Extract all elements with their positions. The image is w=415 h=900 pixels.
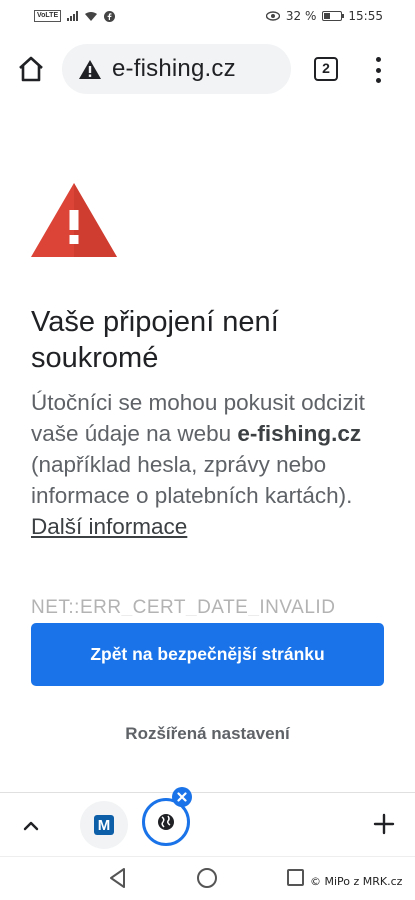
warning-triangle-shade [74,183,117,257]
bottom-toolbar: M [0,787,415,856]
plus-icon [373,813,395,835]
eye-comfort-icon [265,11,280,21]
address-bar[interactable]: e-fishing.cz [62,44,291,94]
recent-apps-icon[interactable] [287,869,304,886]
battery-fill [324,13,330,19]
close-icon [177,792,187,802]
menu-dot-icon [375,57,381,62]
status-bar-left: VoLTE [34,10,116,22]
globe-icon [158,814,174,830]
battery-percent: 32 % [285,9,317,23]
security-warning-icon [31,183,117,257]
system-nav-bar: © MiPo z MRK.cz [0,856,415,900]
menu-dot-icon [375,67,381,73]
battery-icon [322,11,345,21]
back-to-safety-button[interactable]: Zpět na bezpečnější stránku [31,623,384,686]
url-text[interactable]: e-fishing.cz [112,55,236,83]
new-tab-button[interactable] [372,812,396,836]
error-code-text: NET::ERR_CERT_DATE_INVALID [31,597,336,616]
status-bar-right: 32 % 15:55 [265,9,383,23]
expand-button[interactable] [20,815,42,837]
status-bar: VoLTE 32 % 15:55 [0,0,415,34]
back-icon[interactable] [108,867,128,889]
warning-triangle-icon[interactable] [78,59,102,80]
clock: 15:55 [348,9,383,23]
tab-switcher-button[interactable]: 2 [314,57,338,81]
exclamation-bar [69,210,79,230]
tab-thumbnail-1[interactable]: M [80,801,128,849]
chevron-up-icon [23,821,39,831]
home-icon [19,56,43,82]
wifi-icon [85,11,98,21]
advanced-button[interactable]: Rozšířená nastavení [31,717,384,751]
more-options-button[interactable] [370,55,386,85]
watermark: © MiPo z MRK.cz [310,875,403,888]
error-code: NET::ERR_CERT_DATE_INVALID [31,596,386,616]
close-tab-button[interactable] [172,787,192,807]
warning-description: Útočníci se mohou pokusit odcizit vaše ú… [31,387,386,542]
volte-badge: VoLTE [34,10,62,22]
home-button[interactable] [16,54,46,84]
more-info-link[interactable]: Další informace [31,514,187,539]
domain-name: e-fishing.cz [237,421,362,446]
site-favicon-icon: M [94,815,114,835]
menu-dot-icon [375,78,381,83]
facebook-notification-icon [104,10,116,22]
page-title: Vaše připojení není soukromé [31,306,279,374]
browser-toolbar: e-fishing.cz 2 [0,40,415,98]
signal-icon [67,11,79,21]
home-nav-icon[interactable] [197,868,217,888]
exclamation-dot [69,235,79,244]
description-text-2: (například hesla, zprávy nebo informace … [31,452,353,508]
